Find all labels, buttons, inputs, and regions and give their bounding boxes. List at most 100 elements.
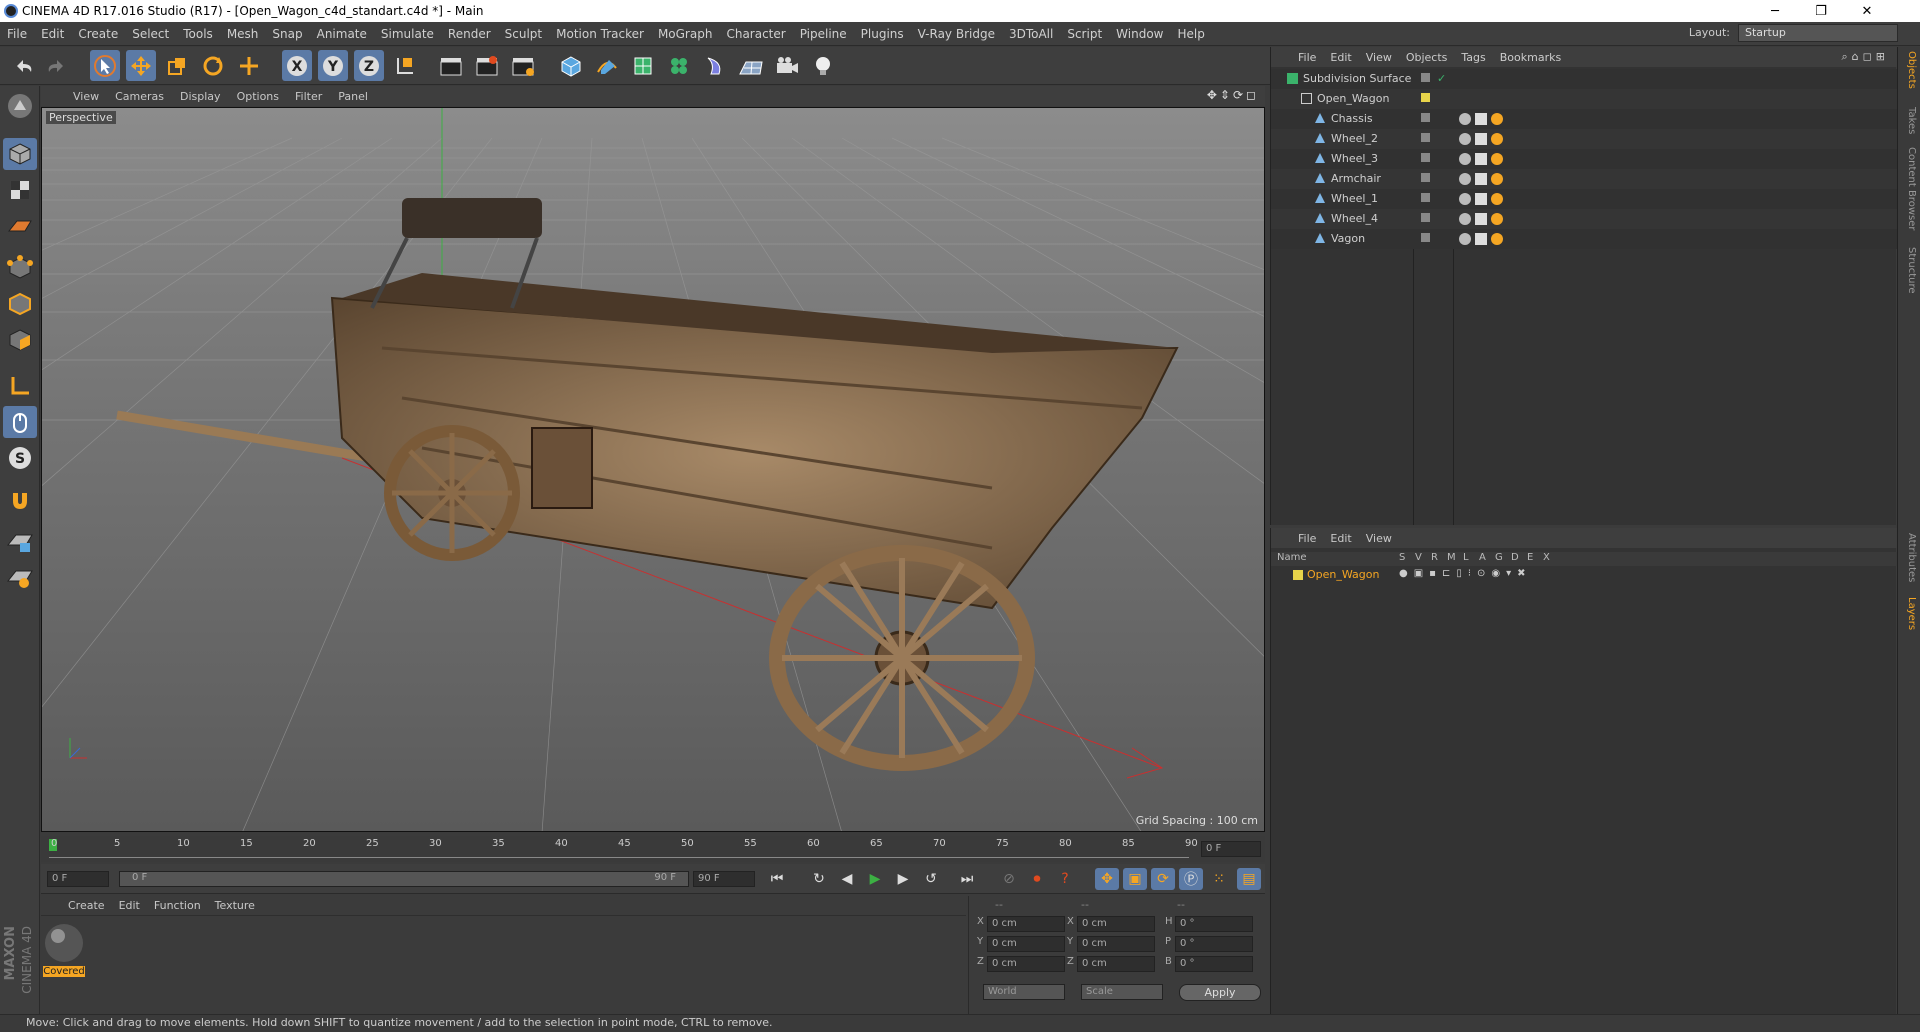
coord-value-field[interactable]: 0 cm bbox=[987, 956, 1065, 972]
viewport-menu-filter[interactable]: Filter bbox=[287, 90, 330, 103]
visibility-toggle[interactable] bbox=[1421, 233, 1430, 242]
polygons-mode-button[interactable] bbox=[3, 324, 37, 356]
end-frame-field[interactable]: 90 F bbox=[693, 871, 755, 887]
material-menu-texture[interactable]: Texture bbox=[208, 899, 262, 912]
3d-viewport[interactable]: Perspective Grid Spacing : 100 cm bbox=[41, 107, 1265, 832]
menu-edit[interactable]: Edit bbox=[34, 27, 71, 41]
viewport-menu-options[interactable]: Options bbox=[229, 90, 287, 103]
menu-file[interactable]: File bbox=[0, 27, 34, 41]
visibility-toggle[interactable] bbox=[1421, 133, 1430, 142]
tab-layers[interactable]: Layers bbox=[1901, 597, 1917, 630]
tab-objects[interactable]: Objects bbox=[1901, 51, 1917, 89]
next-key-button[interactable]: ↺ bbox=[919, 868, 943, 890]
object-name[interactable]: Vagon bbox=[1331, 229, 1365, 249]
start-frame-field[interactable]: 0 F bbox=[47, 871, 109, 887]
material-menu-function[interactable]: Function bbox=[147, 899, 208, 912]
render-settings-button[interactable] bbox=[508, 50, 538, 81]
menu-mesh[interactable]: Mesh bbox=[220, 27, 266, 41]
objects-menu-bookmarks[interactable]: Bookmarks bbox=[1493, 51, 1568, 64]
object-name[interactable]: Open_Wagon bbox=[1317, 89, 1389, 109]
planar-workplane-button[interactable] bbox=[3, 562, 37, 594]
magnet-button[interactable] bbox=[3, 484, 37, 516]
menu-snap[interactable]: Snap bbox=[265, 27, 309, 41]
add-generator-button[interactable] bbox=[628, 50, 658, 81]
tab-content-browser[interactable]: Content Browser bbox=[1901, 147, 1917, 230]
layer-color-swatch[interactable] bbox=[1293, 570, 1303, 580]
x-axis-lock-button[interactable]: X bbox=[282, 50, 312, 81]
viewport-menu-view[interactable]: View bbox=[65, 90, 107, 103]
material-tag-icon[interactable] bbox=[1491, 213, 1503, 225]
world-select[interactable]: World bbox=[983, 984, 1065, 1000]
material-tag-icon[interactable] bbox=[1491, 113, 1503, 125]
coord-value-field[interactable]: 0 ° bbox=[1175, 916, 1253, 932]
live-selection-button[interactable] bbox=[90, 50, 120, 81]
texture-tag-icon[interactable] bbox=[1475, 233, 1487, 245]
menu-pipeline[interactable]: Pipeline bbox=[793, 27, 854, 41]
object-row[interactable]: Wheel_2 bbox=[1271, 129, 1897, 149]
visibility-toggle[interactable] bbox=[1421, 73, 1430, 82]
viewport-navigation-icons[interactable]: ✥⇕⟳◻ bbox=[1207, 88, 1259, 102]
tab-attributes[interactable]: Attributes bbox=[1901, 533, 1917, 582]
object-row[interactable]: Open_Wagon bbox=[1271, 89, 1897, 109]
add-cube-button[interactable] bbox=[556, 50, 586, 81]
viewport-menu-display[interactable]: Display bbox=[172, 90, 229, 103]
object-row[interactable]: Armchair bbox=[1271, 169, 1897, 189]
menu-animate[interactable]: Animate bbox=[310, 27, 374, 41]
lock-workplane-button[interactable] bbox=[3, 526, 37, 558]
go-to-end-button[interactable]: ⏭ bbox=[955, 868, 979, 890]
scale-tool-button[interactable] bbox=[162, 50, 192, 81]
object-name[interactable]: Wheel_3 bbox=[1331, 149, 1378, 169]
enable-axis-button[interactable] bbox=[3, 370, 37, 402]
coord-value-field[interactable]: 0 cm bbox=[1077, 936, 1155, 952]
key-parameter-button[interactable]: Ⓟ bbox=[1179, 868, 1203, 890]
phong-tag-icon[interactable] bbox=[1459, 153, 1471, 165]
phong-tag-icon[interactable] bbox=[1459, 113, 1471, 125]
enabled-check-icon[interactable]: ✓ bbox=[1437, 69, 1446, 89]
object-name[interactable]: Wheel_1 bbox=[1331, 189, 1378, 209]
visibility-toggle[interactable] bbox=[1421, 113, 1430, 122]
scale-select[interactable]: Scale bbox=[1081, 984, 1163, 1000]
texture-tag-icon[interactable] bbox=[1475, 193, 1487, 205]
go-to-start-button[interactable]: ⏮ bbox=[765, 868, 789, 890]
render-to-picture-viewer-button[interactable] bbox=[472, 50, 502, 81]
model-mode-button[interactable] bbox=[3, 138, 37, 170]
previous-key-button[interactable]: ↻ bbox=[807, 868, 831, 890]
layer-name[interactable]: Open_Wagon bbox=[1307, 568, 1379, 581]
undo-button[interactable] bbox=[8, 50, 38, 81]
material-swatch[interactable]: Covered bbox=[43, 922, 85, 980]
layout-select[interactable]: Startup bbox=[1738, 24, 1898, 42]
workplane-mode-button[interactable] bbox=[3, 210, 37, 242]
object-row[interactable]: Subdivision Surface ✓ bbox=[1271, 69, 1897, 89]
y-axis-lock-button[interactable]: Y bbox=[318, 50, 348, 81]
current-frame-field[interactable]: 0 F bbox=[1201, 841, 1261, 857]
menu-mograph[interactable]: MoGraph bbox=[651, 27, 720, 41]
menu-script[interactable]: Script bbox=[1060, 27, 1109, 41]
phong-tag-icon[interactable] bbox=[1459, 213, 1471, 225]
menu-plugins[interactable]: Plugins bbox=[854, 27, 911, 41]
menu-tools[interactable]: Tools bbox=[176, 27, 220, 41]
key-position-button[interactable]: ✥ bbox=[1095, 868, 1119, 890]
move-tool-button[interactable] bbox=[126, 50, 156, 81]
object-name[interactable]: Wheel_4 bbox=[1331, 209, 1378, 229]
material-tag-icon[interactable] bbox=[1491, 153, 1503, 165]
coord-value-field[interactable]: 0 ° bbox=[1175, 936, 1253, 952]
layers-menu-edit[interactable]: Edit bbox=[1323, 532, 1358, 545]
play-button[interactable]: ▶ bbox=[863, 868, 887, 890]
add-spline-button[interactable] bbox=[592, 50, 622, 81]
transform-tool-button[interactable] bbox=[234, 50, 264, 81]
menu-create[interactable]: Create bbox=[71, 27, 125, 41]
menu-render[interactable]: Render bbox=[441, 27, 498, 41]
phong-tag-icon[interactable] bbox=[1459, 233, 1471, 245]
coord-value-field[interactable]: 0 cm bbox=[1077, 956, 1155, 972]
make-editable-button[interactable] bbox=[3, 90, 37, 122]
object-name[interactable]: Subdivision Surface bbox=[1303, 69, 1411, 89]
add-deformer-button[interactable] bbox=[700, 50, 730, 81]
material-tag-icon[interactable] bbox=[1491, 193, 1503, 205]
object-row[interactable]: Wheel_1 bbox=[1271, 189, 1897, 209]
add-camera-button[interactable] bbox=[772, 50, 802, 81]
menu-simulate[interactable]: Simulate bbox=[374, 27, 441, 41]
record-keys-button[interactable]: ⊘ bbox=[997, 868, 1021, 890]
texture-tag-icon[interactable] bbox=[1475, 113, 1487, 125]
keyframe-selection-button[interactable]: ? bbox=[1053, 868, 1077, 890]
layer-flag-icons[interactable]: ●▣▪⊏▯⁝⊙◉▾✖ bbox=[1399, 568, 1532, 579]
